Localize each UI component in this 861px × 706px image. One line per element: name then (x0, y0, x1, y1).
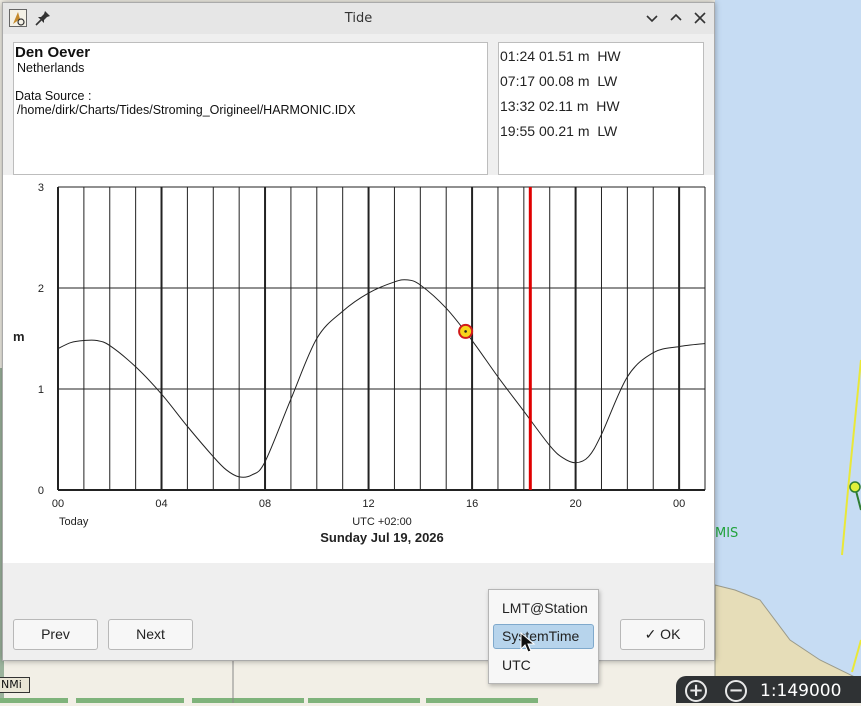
x-tick-label: 20 (569, 498, 581, 510)
y-tick-label: 2 (38, 283, 44, 295)
map-zoom-panel: + − 1:149000 (676, 676, 861, 703)
tide-now-marker-dot (464, 330, 467, 333)
next-button[interactable]: Next (108, 619, 193, 650)
y-tick-label: 1 (38, 384, 44, 396)
timezone-dropdown[interactable]: LMT@Station SystemTime UTC (488, 589, 599, 684)
map-place-label: MIS (715, 526, 739, 541)
ok-button[interactable]: ✓ OK (620, 619, 705, 650)
x-tick-label: 00 (52, 498, 64, 510)
x-axis-label: UTC +02:00 (352, 516, 412, 528)
prev-button[interactable]: Prev (13, 619, 98, 650)
tide-dialog: Tide Den Oever Netherlands Data Source :… (2, 2, 715, 661)
x-tick-label: 12 (362, 498, 374, 510)
minus-circle-icon[interactable]: − (725, 680, 747, 702)
plus-circle-icon[interactable]: + (685, 680, 707, 702)
map-scale-unit: NMi (0, 677, 30, 693)
y-tick-label: 0 (38, 485, 44, 497)
x-tick-label: 04 (155, 498, 167, 510)
day-label: Today (59, 516, 89, 528)
x-tick-label: 00 (673, 498, 685, 510)
y-tick-label: 3 (38, 182, 44, 194)
dropdown-option-utc[interactable]: UTC (493, 653, 594, 678)
mouse-cursor-icon (520, 632, 536, 653)
date-label: Sunday Jul 19, 2026 (320, 530, 444, 545)
map-scale-text: 1:149000 (760, 681, 842, 701)
dropdown-option-lmt[interactable]: LMT@Station (493, 596, 594, 621)
x-tick-label: 16 (466, 498, 478, 510)
tide-chart: 012300 04 08 12 16 20 00mToday UTC +02:00Sunday… (3, 175, 714, 563)
dropdown-option-systemtime[interactable]: SystemTime (493, 624, 594, 649)
x-tick-label: 08 (259, 498, 271, 510)
y-axis-label: m (13, 329, 25, 344)
